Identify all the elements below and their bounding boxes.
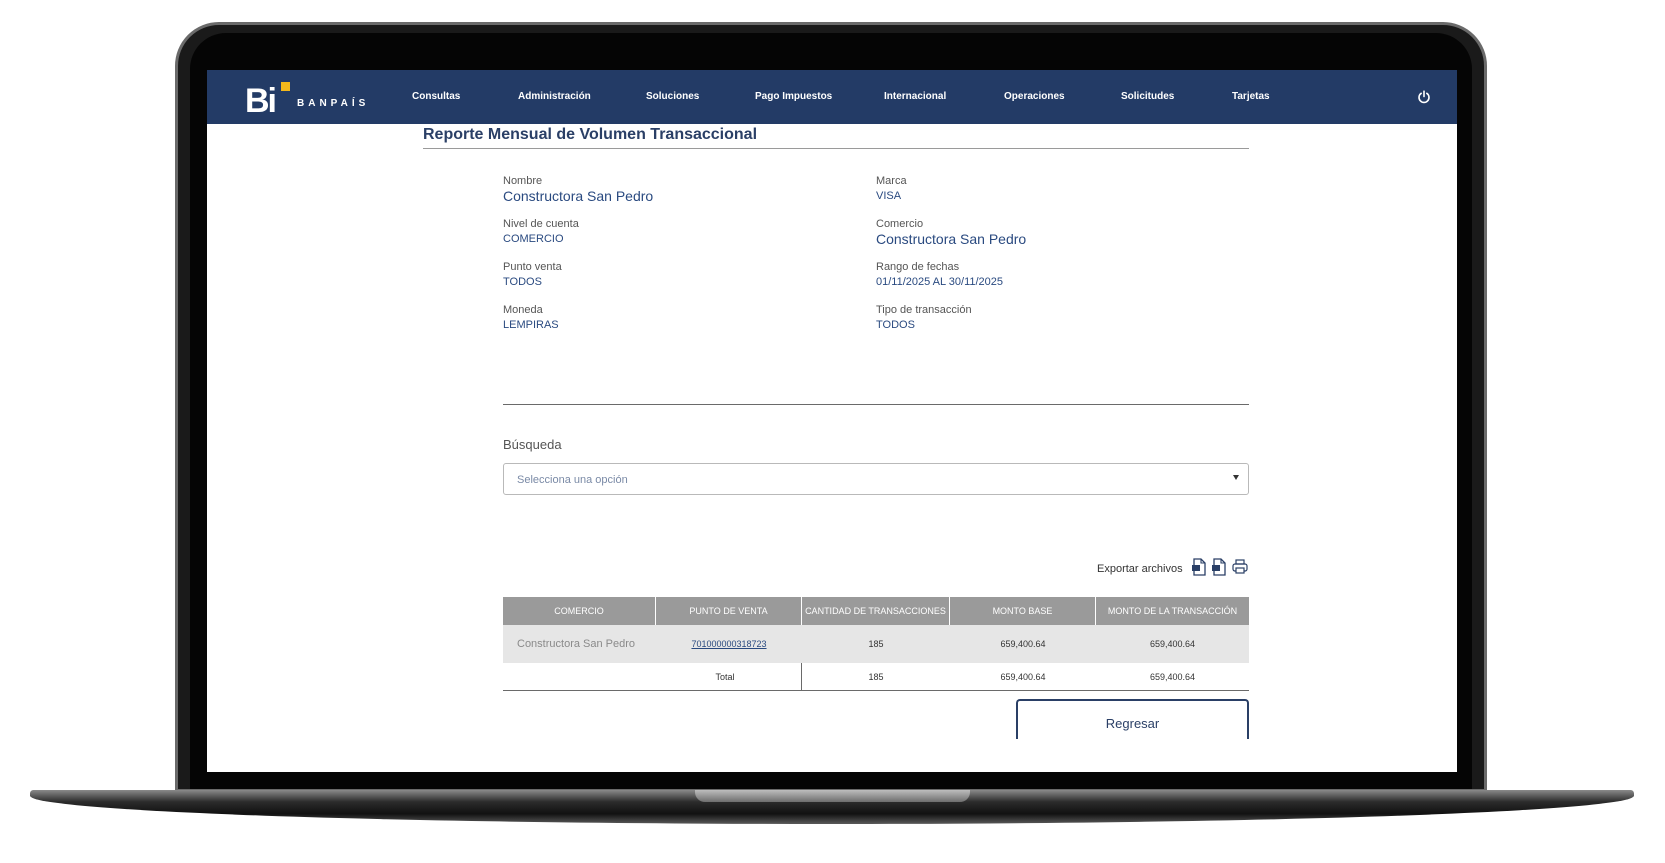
total-cantidad: 185 <box>868 671 884 682</box>
total-monto-transaccion: 659,400.64 <box>1149 671 1196 682</box>
info-label: Tipo de transacción <box>876 304 972 316</box>
info-value: LEMPIRAS <box>503 319 559 331</box>
logo-mark: Bi <box>245 78 290 120</box>
cell-comercio: Constructora San Pedro <box>517 638 636 650</box>
export-label: Exportar archivos <box>1097 563 1183 575</box>
logo-square <box>281 82 290 91</box>
cell-punto-venta: 701000000318723 <box>656 625 802 663</box>
brand-name: BANPAÍS <box>297 97 370 109</box>
info-label: Comercio <box>876 218 924 230</box>
info-marca: Marca VISA <box>876 175 907 202</box>
search-label: Búsqueda <box>503 437 562 452</box>
col-punto-venta: PUNTO DE VENTA <box>656 597 802 625</box>
nav-item-operaciones[interactable]: Operaciones <box>1004 91 1065 102</box>
info-label: Moneda <box>503 304 543 316</box>
pdf-file-icon[interactable] <box>1211 558 1227 576</box>
stage: Bi BANPAÍS Consultas Administración Solu… <box>0 0 1665 863</box>
brand-logo[interactable]: Bi BANPAÍS <box>245 78 369 118</box>
punto-venta-link[interactable]: 701000000318723 <box>691 639 766 649</box>
table-header: COMERCIO PUNTO DE VENTA CANTIDAD DE TRAN… <box>503 597 1249 625</box>
nav-item-administracion[interactable]: Administración <box>518 91 591 102</box>
table-total-row: Total 185 659,400.64 659,400.64 <box>503 663 1249 691</box>
info-punto-venta: Punto venta TODOS <box>503 261 562 288</box>
select-placeholder: Selecciona una opción <box>517 474 628 486</box>
nav-item-internacional[interactable]: Internacional <box>884 91 946 102</box>
nav-item-pago-impuestos[interactable]: Pago Impuestos <box>755 91 832 102</box>
total-label: Total <box>503 663 802 690</box>
col-cantidad: CANTIDAD DE TRANSACCIONES <box>802 597 950 625</box>
logo-letters: Bi <box>245 82 277 120</box>
section-divider <box>503 404 1249 405</box>
info-value: VISA <box>876 190 902 202</box>
nav-item-tarjetas[interactable]: Tarjetas <box>1232 91 1270 102</box>
info-label: Punto venta <box>503 261 562 273</box>
info-nombre: Nombre Constructora San Pedro <box>503 175 653 204</box>
total-monto-base: 659,400.64 <box>1000 671 1046 682</box>
excel-file-icon[interactable] <box>1191 558 1207 576</box>
col-monto-base: MONTO BASE <box>950 597 1096 625</box>
col-monto-transaccion: MONTO DE LA TRANSACCIÓN <box>1107 606 1238 616</box>
info-label: Rango de fechas <box>876 261 960 273</box>
info-value: Constructora San Pedro <box>876 231 1027 247</box>
back-button[interactable]: Regresar <box>1016 699 1249 739</box>
page-title: Reporte Mensual de Volumen Transaccional <box>423 126 758 143</box>
info-value: COMERCIO <box>503 233 564 245</box>
app-screen: Bi BANPAÍS Consultas Administración Solu… <box>207 70 1457 772</box>
info-label: Nombre <box>503 175 543 187</box>
info-label: Nivel de cuenta <box>503 218 579 230</box>
cell-cantidad: 185 <box>868 639 884 649</box>
print-icon[interactable] <box>1231 558 1249 576</box>
info-value: 01/11/2025 AL 30/11/2025 <box>876 276 1004 288</box>
table-row: Constructora San Pedro 701000000318723 1… <box>503 625 1249 663</box>
nav-item-solicitudes[interactable]: Solicitudes <box>1121 91 1174 102</box>
cell-monto-base: 659,400.64 <box>1000 639 1046 649</box>
laptop-notch <box>695 790 970 802</box>
info-value: Constructora San Pedro <box>503 188 654 204</box>
chevron-down-icon <box>1233 475 1239 480</box>
title-divider <box>423 148 1249 149</box>
info-value: TODOS <box>503 276 542 288</box>
info-tipo-transaccion: Tipo de transacción TODOS <box>876 304 972 331</box>
cell-monto-transaccion: 659,400.64 <box>1149 639 1196 649</box>
nav-item-soluciones[interactable]: Soluciones <box>646 91 699 102</box>
power-icon[interactable] <box>1417 90 1431 104</box>
navbar: Bi BANPAÍS Consultas Administración Solu… <box>207 70 1457 124</box>
info-value: TODOS <box>876 319 915 331</box>
info-label: Marca <box>876 175 907 187</box>
search-select[interactable]: Selecciona una opción <box>503 463 1249 495</box>
info-rango-fechas: Rango de fechas 01/11/2025 AL 30/11/2025 <box>876 261 1003 288</box>
info-comercio: Comercio Constructora San Pedro <box>876 218 1026 247</box>
nav-item-consultas[interactable]: Consultas <box>412 91 460 102</box>
info-moneda: Moneda LEMPIRAS <box>503 304 559 331</box>
info-nivel-cuenta: Nivel de cuenta COMERCIO <box>503 218 579 245</box>
report-table: COMERCIO PUNTO DE VENTA CANTIDAD DE TRAN… <box>503 597 1249 691</box>
col-comercio: COMERCIO <box>503 597 656 625</box>
